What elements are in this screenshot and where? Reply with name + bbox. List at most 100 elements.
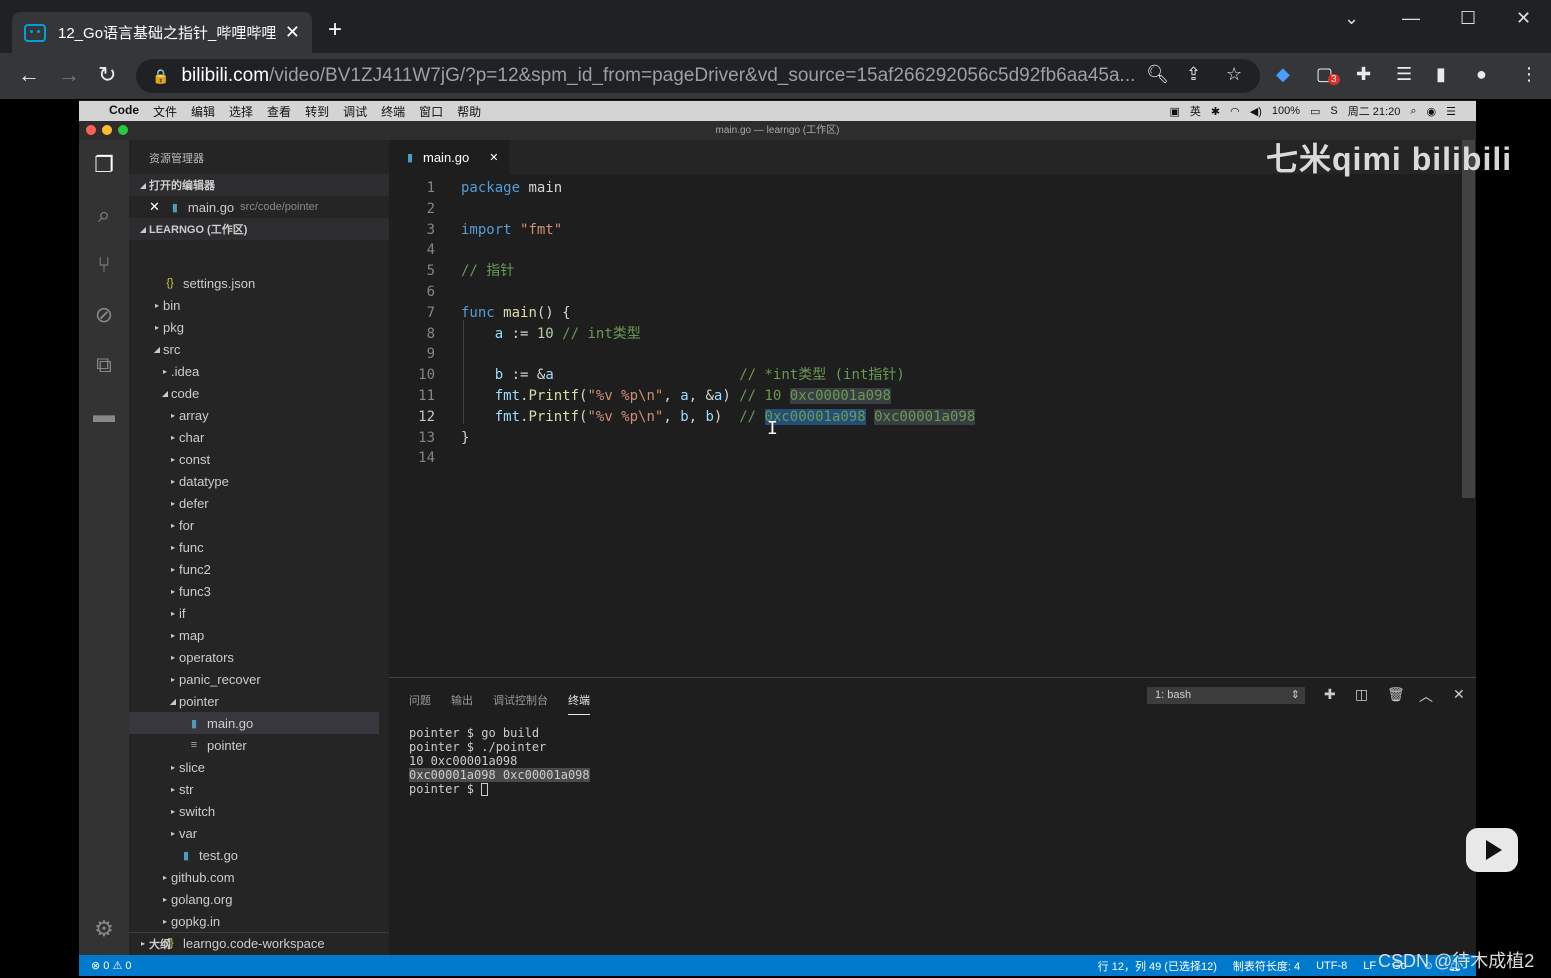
debug-icon[interactable]: ⊘ bbox=[91, 302, 117, 328]
panel-tab[interactable]: 输出 bbox=[451, 692, 473, 708]
panel-tab[interactable]: 调试控制台 bbox=[493, 692, 548, 708]
mac-menu-9[interactable]: 帮助 bbox=[457, 103, 481, 120]
bookmark-star-icon[interactable]: ☆ bbox=[1226, 64, 1242, 85]
reload-button[interactable]: ↻ bbox=[98, 62, 116, 88]
extensions-icon[interactable]: ⧉ bbox=[91, 352, 117, 378]
tree-item[interactable]: ▸ bin bbox=[129, 294, 379, 316]
tree-item[interactable]: ▸ if bbox=[129, 602, 379, 624]
code-line[interactable]: fmt.Printf("%v %p\n", b, b) // 0xc00001a… bbox=[461, 407, 976, 428]
tree-item[interactable]: ◢ pointer bbox=[129, 690, 379, 712]
terminal-select[interactable]: 1: bash ⇕ bbox=[1147, 687, 1305, 704]
mac-menu-7[interactable]: 终端 bbox=[381, 103, 405, 120]
tree-item[interactable]: ▸ defer bbox=[129, 492, 379, 514]
new-terminal-icon[interactable]: ✚ bbox=[1324, 686, 1336, 703]
mac-menu-4[interactable]: 查看 bbox=[267, 103, 291, 120]
close-panel-icon[interactable]: ✕ bbox=[1453, 686, 1465, 703]
reading-list-icon[interactable]: ☰ bbox=[1396, 64, 1412, 85]
tree-item[interactable]: ▸ func bbox=[129, 536, 379, 558]
tree-item[interactable]: ▸ pkg bbox=[129, 316, 379, 338]
tab-size[interactable]: 制表符长度: 4 bbox=[1233, 958, 1300, 974]
profile-avatar-icon[interactable]: ● bbox=[1476, 64, 1487, 85]
back-button[interactable]: ← bbox=[18, 62, 40, 88]
puzzle-extensions-icon[interactable]: ✚ bbox=[1356, 64, 1371, 85]
code-line[interactable]: fmt.Printf("%v %p\n", a, &a) // 10 0xc00… bbox=[461, 386, 891, 407]
mac-menu-8[interactable]: 窗口 bbox=[419, 103, 443, 120]
close-tab-icon[interactable]: ✕ bbox=[489, 151, 498, 164]
panel-tab[interactable]: 终端 bbox=[568, 692, 590, 715]
code-line[interactable]: b := &a // *int类型 (int指针) bbox=[461, 365, 905, 386]
code-line[interactable]: func main() { bbox=[461, 303, 571, 324]
code-line[interactable]: // 指针 bbox=[461, 261, 514, 282]
errors-indicator[interactable]: ⊗ 0 ⚠ 0 bbox=[91, 959, 132, 972]
browser-tab[interactable]: 12_Go语言基础之指针_哔哩哔哩 ✕ bbox=[12, 12, 312, 53]
editor-tab-main-go[interactable]: ▮ main.go ✕ bbox=[389, 140, 509, 174]
workspace-header[interactable]: ◢ LEARNGO (工作区) bbox=[129, 218, 389, 240]
tree-item[interactable]: ▸ const bbox=[129, 448, 379, 470]
tree-item[interactable]: ◢ code bbox=[129, 382, 379, 404]
close-dot[interactable] bbox=[86, 125, 96, 135]
code-line[interactable]: a := 10 // int类型 bbox=[461, 324, 641, 345]
tree-item[interactable]: ▸ gopkg.in bbox=[129, 910, 379, 932]
mac-menu-1[interactable]: 文件 bbox=[153, 103, 177, 120]
mac-menu-3[interactable]: 选择 bbox=[229, 103, 253, 120]
mac-menu-2[interactable]: 编辑 bbox=[191, 103, 215, 120]
tree-item[interactable]: ▸ slice bbox=[129, 756, 379, 778]
tree-item[interactable]: ▸ switch bbox=[129, 800, 379, 822]
tree-item[interactable]: ≡ pointer bbox=[129, 734, 379, 756]
address-bar[interactable]: 🔒 bilibili.com/video/BV1ZJ411W7jG/?p=12&… bbox=[136, 59, 1260, 93]
tree-item[interactable]: ▸ char bbox=[129, 426, 379, 448]
split-terminal-icon[interactable]: ◫ bbox=[1355, 686, 1368, 703]
tree-item[interactable]: ▸ for bbox=[129, 514, 379, 536]
outline-header[interactable]: ▸ 大纲 bbox=[129, 932, 389, 954]
tree-item[interactable]: ▸ operators bbox=[129, 646, 379, 668]
zoom-dot[interactable] bbox=[118, 125, 128, 135]
maximize-panel-icon[interactable]: ︿ bbox=[1419, 686, 1433, 706]
tree-item[interactable]: ◢ src bbox=[129, 338, 379, 360]
editor-scrollbar[interactable] bbox=[1462, 140, 1475, 498]
tree-item[interactable]: ▸ panic_recover bbox=[129, 668, 379, 690]
forward-button[interactable]: → bbox=[58, 62, 80, 88]
minimize-button[interactable]: — bbox=[1402, 8, 1420, 29]
menu-kebab-icon[interactable]: ⋮ bbox=[1520, 64, 1538, 85]
cursor-position[interactable]: 行 12，列 49 (已选择12) bbox=[1098, 958, 1217, 974]
panel-tab[interactable]: 问题 bbox=[409, 692, 431, 708]
tree-item[interactable]: ▸ github.com bbox=[129, 866, 379, 888]
tree-item[interactable]: ▸ .idea bbox=[129, 360, 379, 382]
tree-item[interactable]: ▸ datatype bbox=[129, 470, 379, 492]
mac-menu-0[interactable]: Code bbox=[109, 103, 139, 120]
terminal-output[interactable]: pointer $ go build pointer $ ./pointer 10 … bbox=[409, 726, 590, 796]
code-line[interactable]: import "fmt" bbox=[461, 220, 562, 241]
editor[interactable]: ▮ main.go ✕ 1 package main 2 3 import "fmt" 4… bbox=[389, 140, 1476, 955]
tree-item[interactable]: ▸ func3 bbox=[129, 580, 379, 602]
tree-item[interactable]: {} settings.json bbox=[129, 272, 379, 294]
video-player[interactable]: Code 文件 编辑 选择 查看 转到 调试 终端 窗口 帮助 ▣ 英 ✱ ◠ ◀) 100% ▭… bbox=[79, 100, 1476, 976]
mac-menu-6[interactable]: 调试 bbox=[343, 103, 367, 120]
close-tab-icon[interactable]: ✕ bbox=[285, 22, 300, 43]
mac-menu-5[interactable]: 转到 bbox=[305, 103, 329, 120]
tree-item[interactable]: ▸ map bbox=[129, 624, 379, 646]
tree-item[interactable]: ▮ main.go bbox=[129, 712, 379, 734]
encoding[interactable]: UTF-8 bbox=[1316, 960, 1347, 972]
trash-icon[interactable]: 🗑︎ bbox=[1387, 686, 1405, 703]
eol[interactable]: LF bbox=[1363, 960, 1376, 972]
share-icon[interactable]: ⇪ bbox=[1186, 64, 1201, 85]
code-line[interactable]: package main bbox=[461, 178, 562, 199]
tree-item[interactable]: ▸ array bbox=[129, 404, 379, 426]
tree-item[interactable]: ▸ str bbox=[129, 778, 379, 800]
tree-item[interactable]: ▸ golang.org bbox=[129, 888, 379, 910]
tab-search-icon[interactable]: ⌄ bbox=[1344, 8, 1359, 29]
close-window-button[interactable]: ✕ bbox=[1516, 8, 1531, 29]
extension-gem-icon[interactable]: ◆ bbox=[1276, 64, 1290, 85]
extension-icon[interactable]: ▢ 3 bbox=[1316, 64, 1340, 85]
zoom-icon[interactable]: 🔍︎ bbox=[1146, 64, 1169, 85]
explorer-icon[interactable]: ❐ bbox=[91, 152, 117, 178]
tree-item[interactable]: ▸ func2 bbox=[129, 558, 379, 580]
folder-icon[interactable]: ▬ bbox=[91, 402, 117, 428]
settings-gear-icon[interactable]: ⚙ bbox=[91, 916, 117, 942]
new-tab-button[interactable]: + bbox=[328, 16, 342, 44]
search-icon[interactable]: ⌕ bbox=[91, 202, 117, 228]
minimize-dot[interactable] bbox=[102, 125, 112, 135]
maximize-button[interactable]: ☐ bbox=[1460, 8, 1476, 29]
tree-item[interactable]: ▮ test.go bbox=[129, 844, 379, 866]
bilibili-play-icon[interactable] bbox=[1466, 828, 1518, 872]
